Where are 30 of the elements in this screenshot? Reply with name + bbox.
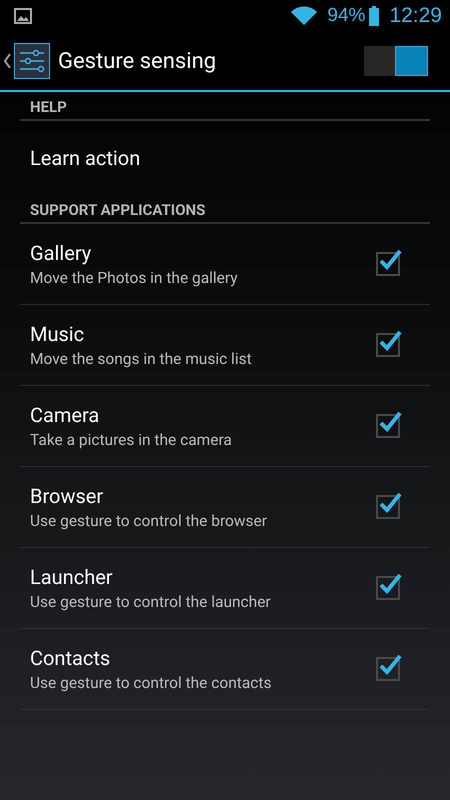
setting-title: Contacts [30,646,112,670]
menu-item[interactable]: Learn action [30,146,140,170]
checkbox[interactable] [376,495,400,519]
setting-summary: Move the songs in the music list [30,350,253,368]
sliders-icon[interactable] [14,43,50,79]
toggle-switch[interactable] [364,46,428,76]
clock: 12:29 [389,4,442,28]
checkbox[interactable] [376,576,400,600]
section-header: HELP [20,92,430,121]
battery-percentage: 94% [327,5,366,27]
setting-summary: Use gesture to control the contacts [30,674,272,692]
back-chevron-icon[interactable] [4,54,11,68]
setting-summary: Use gesture to control the launcher [30,593,272,611]
setting-summary: Take a pictures in the camera [30,431,233,449]
checkbox[interactable] [376,657,400,681]
checkbox[interactable] [376,252,400,276]
setting-title: Music [30,322,86,346]
setting-title: Gallery [30,241,92,265]
setting-summary: Move the Photos in the gallery [30,269,239,287]
screen-title: Gesture sensing [58,48,218,74]
checkbox[interactable] [376,414,400,438]
setting-summary: Use gesture to control the browser [30,512,268,530]
section-header: SUPPORT APPLICATIONS [20,195,430,224]
wifi-icon [291,6,318,26]
setting-title: Launcher [30,565,114,589]
setting-title: Camera [30,403,100,427]
setting-title: Browser [30,484,104,508]
battery-icon [369,6,380,26]
checkbox[interactable] [376,333,400,357]
picture-notification-icon [14,8,32,24]
